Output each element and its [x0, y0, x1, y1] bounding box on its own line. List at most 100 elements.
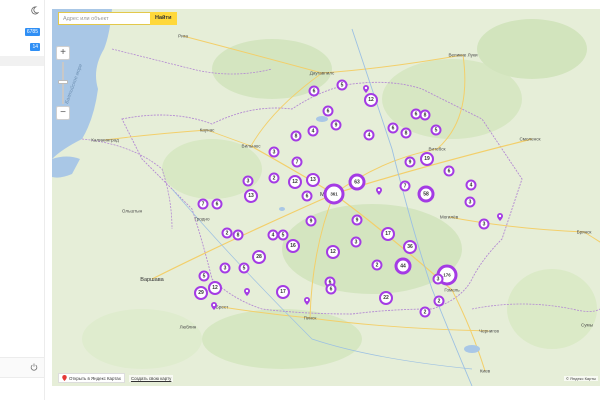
map-cluster-marker[interactable]: 13: [244, 189, 258, 203]
map-pin-marker[interactable]: [376, 187, 382, 195]
map-cluster-marker[interactable]: 3: [219, 262, 231, 274]
map-cluster-marker[interactable]: 5: [430, 124, 442, 136]
map-cluster-marker[interactable]: 19: [420, 152, 434, 166]
map-cluster-marker[interactable]: 9: [305, 215, 317, 227]
city-label: Брянск: [576, 229, 592, 235]
count-badge: 14: [30, 43, 40, 51]
sidebar-active-item[interactable]: [0, 56, 44, 66]
city-label: Пинск: [303, 315, 317, 321]
map-cluster-marker[interactable]: 3: [268, 146, 280, 158]
city-label: Варшава: [140, 277, 164, 283]
city-label: Калининград: [91, 137, 119, 143]
dark-mode-moon-icon[interactable]: [30, 6, 39, 15]
city-label: Чернигов: [479, 328, 499, 334]
map-cluster-marker[interactable]: 16: [286, 239, 300, 253]
map-cluster-marker[interactable]: 2: [433, 295, 445, 307]
zoom-slider[interactable]: [58, 62, 68, 104]
city-label: Рига: [178, 33, 188, 39]
map-cluster-marker[interactable]: 17: [276, 285, 290, 299]
city-label: Люблин: [179, 324, 197, 330]
map-cluster-marker[interactable]: 9: [351, 214, 363, 226]
zoom-out-button[interactable]: −: [56, 106, 70, 120]
map-cluster-marker[interactable]: 36: [403, 240, 417, 254]
map-cluster-marker[interactable]: 7: [399, 180, 411, 192]
map-cluster-marker[interactable]: 6: [308, 85, 320, 97]
map-cluster-marker[interactable]: 4: [307, 125, 319, 137]
map-cluster-marker[interactable]: 12: [208, 281, 222, 295]
city-label: Смоленск: [519, 136, 541, 142]
zoom-control: + −: [56, 46, 70, 120]
map-cluster-marker[interactable]: 8: [400, 127, 412, 139]
map-cluster-marker[interactable]: 12: [326, 245, 340, 259]
map-cluster-marker[interactable]: 3: [242, 175, 254, 187]
zoom-in-button[interactable]: +: [56, 46, 70, 60]
map-cluster-marker[interactable]: 6: [387, 122, 399, 134]
open-in-yandex-maps-label: Открыть в Яндекс Картах: [69, 375, 121, 381]
map-cluster-marker[interactable]: 5: [336, 79, 348, 91]
map-cluster-marker[interactable]: 28: [252, 250, 266, 264]
map-cluster-marker[interactable]: 361: [323, 183, 345, 205]
map-cluster-marker[interactable]: 6: [322, 105, 334, 117]
power-logout-icon[interactable]: [30, 363, 38, 371]
map-cluster-marker[interactable]: 4: [363, 129, 375, 141]
city-label: Вильнюс: [241, 143, 261, 149]
map-cluster-marker[interactable]: 9: [330, 119, 342, 131]
map-pin-marker[interactable]: [304, 297, 310, 305]
map-cluster-marker[interactable]: 12: [364, 93, 378, 107]
map-cluster-marker[interactable]: 44: [394, 257, 412, 275]
map-cluster-marker[interactable]: 12: [288, 175, 302, 189]
address-search-input[interactable]: [58, 12, 150, 25]
map-cluster-marker[interactable]: 58: [417, 185, 435, 203]
city-label: Киев: [479, 368, 491, 374]
map-cluster-marker[interactable]: 17: [381, 227, 395, 241]
city-label: Могилёв: [439, 214, 459, 220]
map-cluster-marker[interactable]: 2: [221, 227, 233, 239]
map-copyright: © Яндекс Карты: [563, 376, 598, 381]
map-cluster-marker[interactable]: 6: [301, 190, 313, 202]
map-cluster-marker[interactable]: 13: [306, 173, 320, 187]
map-cluster-marker[interactable]: 7: [197, 198, 209, 210]
city-label: Витебск: [428, 146, 446, 152]
map-cluster-marker[interactable]: 5: [238, 262, 250, 274]
open-in-yandex-maps-link[interactable]: Открыть в Яндекс Картах: [58, 373, 125, 383]
map-cluster-marker[interactable]: 7: [291, 156, 303, 168]
map-cluster-marker[interactable]: 8: [290, 130, 302, 142]
map-footer-links: Открыть в Яндекс Картах Создать свою кар…: [58, 373, 174, 383]
map-container[interactable]: Балтийское море Рига Даугавпилс Великие Лук…: [52, 9, 600, 386]
map-pin-icon: [62, 375, 67, 381]
map-cluster-marker[interactable]: 8: [419, 109, 431, 121]
map-cluster-marker[interactable]: 22: [379, 291, 393, 305]
find-button[interactable]: Найти: [150, 12, 177, 25]
map-cluster-marker[interactable]: 6: [211, 198, 223, 210]
map-cluster-marker[interactable]: 3: [350, 236, 362, 248]
map-cluster-marker[interactable]: 5: [277, 229, 289, 241]
map-cluster-marker[interactable]: 4: [465, 179, 477, 191]
map-cluster-marker[interactable]: 8: [232, 229, 244, 241]
zoom-slider-thumb[interactable]: [58, 80, 68, 84]
map-cluster-marker[interactable]: 9: [404, 156, 416, 168]
map-search: Найти: [58, 12, 177, 25]
map-pin-marker[interactable]: [211, 302, 217, 310]
create-own-map-link[interactable]: Создать свою карту: [128, 374, 174, 382]
map-cluster-marker[interactable]: 3: [478, 218, 490, 230]
city-label: Каунас: [199, 127, 215, 133]
city-label: Великие Луки: [448, 52, 478, 58]
map-cluster-marker[interactable]: 2: [419, 306, 431, 318]
map-cluster-marker[interactable]: 3: [464, 196, 476, 208]
map-cluster-marker[interactable]: 5: [198, 270, 210, 282]
city-label: Даугавпилс: [309, 70, 335, 76]
map-cluster-marker[interactable]: 2: [371, 259, 383, 271]
city-label: Гомель: [444, 287, 460, 293]
map-pin-marker[interactable]: [497, 213, 503, 221]
city-label: Гродно: [194, 216, 210, 222]
map-cluster-marker[interactable]: 2: [268, 172, 280, 184]
count-badge: 6785: [24, 28, 40, 36]
map-cluster-marker[interactable]: 63: [348, 173, 366, 191]
map-cluster-marker[interactable]: 6: [443, 165, 455, 177]
map-cluster-marker[interactable]: 29: [194, 286, 208, 300]
map-pin-marker[interactable]: [363, 85, 369, 93]
map-pin-marker[interactable]: [244, 288, 250, 296]
map-cluster-marker[interactable]: 6: [325, 283, 337, 295]
left-sidebar: 6785 14: [0, 0, 45, 400]
map-cluster-marker[interactable]: 3: [432, 273, 444, 285]
